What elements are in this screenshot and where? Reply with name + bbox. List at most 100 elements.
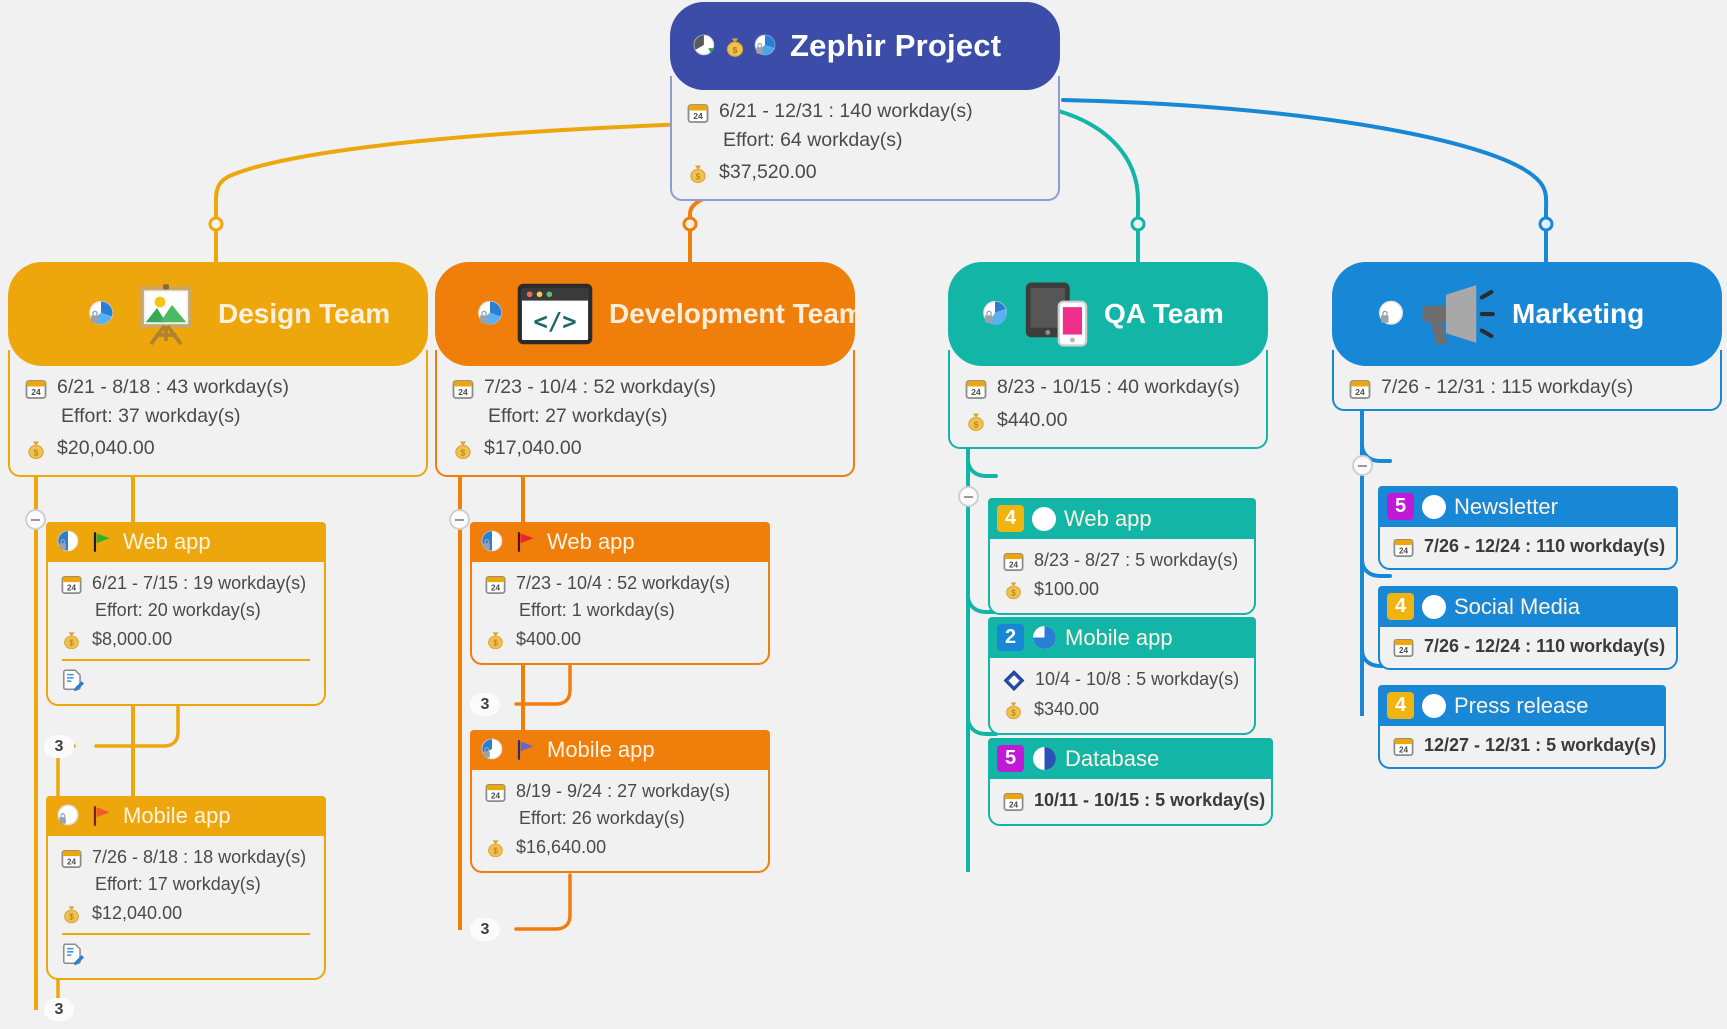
task-card-dev-webapp[interactable]: Web app 24 7/23 - 10/4 : 52 workday(s) E… <box>470 522 770 665</box>
team-header-qa[interactable]: QA Team <box>948 262 1268 366</box>
task-effort-text: Effort: 17 workday(s) <box>95 874 261 894</box>
priority-badge: 4 <box>1387 692 1414 719</box>
calendar-icon: 24 <box>1392 636 1415 659</box>
task-effort-text: Effort: 20 workday(s) <box>95 600 261 620</box>
team-cost-text: $17,040.00 <box>484 437 582 459</box>
task-cost-text: $400.00 <box>516 629 582 649</box>
team-cost-text: $440.00 <box>997 409 1068 431</box>
task-header[interactable]: 4 Social Media <box>1378 586 1678 627</box>
task-card-dev-mobileapp[interactable]: Mobile app 24 8/19 - 9/24 : 27 workday(s… <box>470 730 770 873</box>
priority-badge: 5 <box>997 745 1024 772</box>
task-header[interactable]: Mobile app <box>46 796 326 836</box>
team-node-development[interactable]: </> Development Team 24 7/23 - 10/4 : 52… <box>435 262 864 477</box>
task-date-row: 24 8/23 - 8/27 : 5 workday(s) <box>1002 548 1242 573</box>
task-header[interactable]: 5 Newsletter <box>1378 486 1678 527</box>
svg-text:$: $ <box>69 639 74 648</box>
progress-circle-0 <box>1422 693 1446 718</box>
team-date-row: 24 6/21 - 8/18 : 43 workday(s) <box>24 374 412 401</box>
task-cost-text: $100.00 <box>1034 579 1100 599</box>
team-header-development[interactable]: </> Development Team <box>435 262 864 366</box>
tablet-phone-icon <box>1020 277 1092 351</box>
task-name: Newsletter <box>1454 493 1558 519</box>
task-header[interactable]: Web app <box>46 522 326 562</box>
task-header[interactable]: 4 Press release <box>1378 685 1666 726</box>
task-card-design-webapp[interactable]: Web app 24 6/21 - 7/15 : 19 workday(s) E… <box>46 522 326 706</box>
task-name: Mobile app <box>123 803 231 828</box>
team-date-row: 24 8/23 - 10/15 : 40 workday(s) <box>964 374 1252 401</box>
pie-lock-icon <box>86 299 116 329</box>
task-card-mkt-newsletter[interactable]: 5 Newsletter 24 7/26 - 12/24 : 110 workd… <box>1378 486 1678 570</box>
task-effort-text: Effort: 26 workday(s) <box>519 808 685 828</box>
task-note-row[interactable] <box>60 941 312 967</box>
task-name: Web app <box>123 529 211 554</box>
task-date-text: 8/23 - 8/27 : 5 workday(s) <box>1034 550 1239 570</box>
task-cost-text: $16,640.00 <box>516 837 607 857</box>
task-header[interactable]: Mobile app <box>470 730 770 770</box>
green-flag-icon <box>89 529 115 555</box>
task-details: 24 12/27 - 12/31 : 5 workday(s) <box>1378 726 1666 769</box>
pie-lock-icon <box>980 299 1010 329</box>
task-card-mkt-pressrelease[interactable]: 4 Press release 24 12/27 - 12/31 : 5 wor… <box>1378 685 1666 769</box>
root-cost-text: $37,520.00 <box>719 161 817 183</box>
task-date-row: 24 7/26 - 8/18 : 18 workday(s) <box>60 845 312 870</box>
money-bag-icon: $ <box>686 161 710 185</box>
collapse-toggle-marketing[interactable] <box>1352 455 1373 476</box>
clock-pie-icon <box>692 33 718 59</box>
svg-text:24: 24 <box>491 791 501 800</box>
root-cost-row: $ $37,520.00 <box>686 159 1044 185</box>
svg-text:24: 24 <box>491 583 501 592</box>
progress-circle-50 <box>1032 746 1057 771</box>
team-header-marketing[interactable]: Marketing <box>1332 262 1722 366</box>
root-node[interactable]: $ Zephir Project 24 6/21 - 12/31: 140 w… <box>670 2 1060 201</box>
milestone-diamond-icon <box>1002 669 1026 693</box>
collapse-toggle-design[interactable] <box>25 509 46 530</box>
team-header-design[interactable]: Design Team <box>8 262 428 366</box>
task-note-row[interactable] <box>60 667 312 693</box>
svg-text:$: $ <box>493 639 498 648</box>
lag-chip: 3 <box>44 998 74 1021</box>
task-header[interactable]: Web app <box>470 522 770 562</box>
task-header[interactable]: 4 Web app <box>988 498 1256 539</box>
task-header[interactable]: 2 Mobile app <box>988 617 1256 658</box>
task-cost-row: $ $8,000.00 <box>60 627 312 652</box>
svg-text:$: $ <box>1011 589 1016 598</box>
collapse-toggle-qa[interactable] <box>958 486 979 507</box>
task-date-text: 12/27 - 12/31 : 5 workday(s) <box>1424 735 1657 755</box>
collapse-toggle-development[interactable] <box>449 509 470 530</box>
task-date-text: 8/19 - 9/24 : 27 workday(s) <box>516 781 731 801</box>
team-date-row: 24 7/23 - 10/4 : 52 workday(s) <box>451 374 839 401</box>
task-details: 10/4 - 10/8 : 5 workday(s) $ $340.00 <box>988 658 1256 735</box>
money-bag-icon: $ <box>451 437 475 461</box>
svg-text:24: 24 <box>67 583 77 592</box>
divider <box>62 933 310 935</box>
task-date-text: 7/26 - 12/24 : 110 workday(s) <box>1424 536 1666 556</box>
note-edit-icon[interactable] <box>60 941 86 967</box>
task-date-text: 6/21 - 7/15 : 19 workday(s) <box>92 573 307 593</box>
task-card-qa-database[interactable]: 5 Database 24 10/11 - 10/15 : 5 workday(… <box>988 738 1273 826</box>
pie-half-icon <box>55 529 81 555</box>
money-bag-icon: $ <box>1002 578 1025 601</box>
progress-circle-0 <box>1422 594 1446 619</box>
lag-chip: 3 <box>470 693 500 716</box>
svg-text:24: 24 <box>1399 546 1409 555</box>
task-card-mkt-socialmedia[interactable]: 4 Social Media 24 7/26 - 12/24 : 110 wor… <box>1378 586 1678 670</box>
root-header[interactable]: $ Zephir Project <box>670 2 1060 90</box>
task-card-qa-mobileapp[interactable]: 2 Mobile app 10/4 - 10/8 : 5 workday(s) <box>988 617 1256 735</box>
red-flag-icon <box>513 529 539 555</box>
task-card-qa-webapp[interactable]: 4 Web app 24 8/23 - 8/27 : 5 workday(s) <box>988 498 1256 615</box>
team-node-marketing[interactable]: Marketing 24 7/26 - 12/31 : 115 workday(… <box>1332 262 1722 411</box>
svg-text:$: $ <box>974 420 979 430</box>
divider <box>62 659 310 661</box>
task-date-row: 24 7/26 - 12/24 : 110 workday(s) <box>1392 634 1665 659</box>
task-date-row: 24 8/19 - 9/24 : 27 workday(s) <box>484 779 756 804</box>
note-edit-icon[interactable] <box>60 667 86 693</box>
team-date-row: 24 7/26 - 12/31 : 115 workday(s) <box>1348 374 1706 401</box>
team-node-design[interactable]: Design Team 24 6/21 - 8/18 : 43 workday(… <box>8 262 428 477</box>
task-name: Mobile app <box>1065 624 1173 650</box>
task-date-row: 24 12/27 - 12/31 : 5 workday(s) <box>1392 733 1656 758</box>
money-bag-icon: $ <box>484 836 507 859</box>
team-node-qa[interactable]: QA Team 24 8/23 - 10/15 : 40 workday(s) <box>948 262 1268 449</box>
svg-text:24: 24 <box>1399 646 1409 655</box>
task-header[interactable]: 5 Database <box>988 738 1273 779</box>
task-card-design-mobileapp[interactable]: Mobile app 24 7/26 - 8/18 : 18 workday(s… <box>46 796 326 980</box>
